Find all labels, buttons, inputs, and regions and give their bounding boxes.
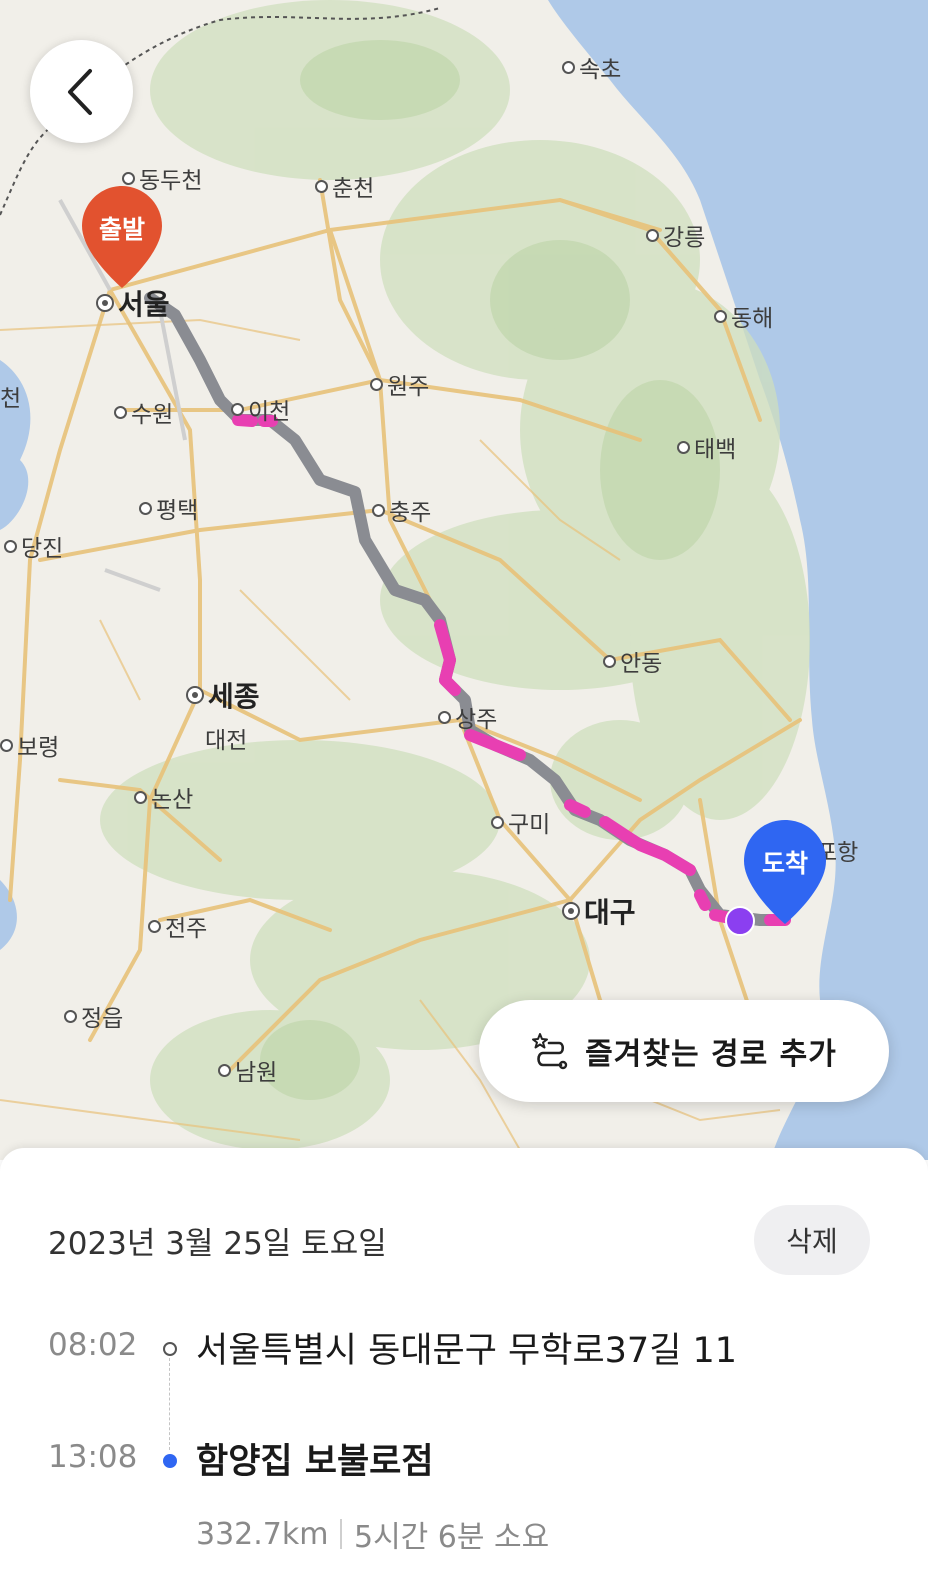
city-label-sejong: 세종	[186, 675, 260, 715]
edge-label-left: 천	[0, 386, 22, 412]
city-label-boryeong: 보령	[0, 728, 59, 762]
route-star-icon	[532, 1033, 568, 1070]
back-button[interactable]	[30, 40, 133, 143]
trip-duration: 5시간 6분 소요	[353, 1520, 550, 1555]
origin-address: 서울특별시 동대문구 무학로37길 11	[196, 1331, 738, 1371]
city-label-andong: 안동	[603, 644, 662, 678]
city-label-daegu: 대구	[562, 891, 636, 931]
origin-dot-icon	[163, 1342, 177, 1356]
city-label-jeongeup: 정읍	[64, 999, 123, 1033]
delete-button[interactable]: 삭제	[754, 1205, 870, 1275]
add-favorite-route-label: 즐겨찾는 경로 추가	[585, 1037, 837, 1072]
origin-time: 08:02	[48, 1327, 138, 1363]
trip-summary: 332.7km 5시간 6분 소요	[196, 1512, 549, 1556]
city-label-suwon: 수원	[114, 395, 173, 429]
trip-date: 2023년 3월 25일 토요일	[48, 1226, 387, 1262]
city-label-chuncheon: 춘천	[315, 169, 374, 203]
timeline-connector	[169, 1358, 170, 1450]
add-favorite-route-button[interactable]: 즐겨찾는 경로 추가	[479, 1000, 889, 1102]
city-label-pyeongtaek: 평택	[139, 491, 198, 525]
city-label-wonju: 원주	[370, 367, 429, 401]
city-label-dangjin: 당진	[4, 529, 63, 563]
city-label-jeonju: 전주	[148, 909, 207, 943]
city-label-daejeon: 대전	[205, 728, 248, 754]
city-label-icheon: 이천	[231, 392, 290, 426]
summary-divider	[340, 1519, 342, 1549]
map-view[interactable]: 속초 동두천 춘천 강릉 서울 동해 원주 천 수원 이천 태백 평택 충주 당…	[0, 0, 928, 1160]
trip-distance: 332.7km	[196, 1516, 329, 1552]
destination-dot-icon	[163, 1454, 177, 1468]
start-pin-label: 출발	[98, 215, 145, 244]
city-label-taebaek: 태백	[677, 430, 736, 464]
start-pin[interactable]: 출발	[80, 184, 164, 294]
end-pin[interactable]: 도착	[742, 818, 828, 930]
city-label-namwon: 남원	[218, 1053, 277, 1087]
city-label-sokcho: 속초	[562, 50, 621, 84]
end-pin-label: 도착	[761, 849, 808, 878]
city-label-gumi: 구미	[491, 805, 550, 839]
city-label-nonsan: 논산	[134, 780, 193, 814]
city-label-gangneung: 강릉	[646, 218, 705, 252]
city-label-donghae: 동해	[714, 299, 773, 333]
city-label-chungju: 충주	[372, 493, 431, 527]
destination-time: 13:08	[48, 1439, 138, 1475]
destination-name: 함양집 보불로점	[196, 1442, 434, 1482]
city-label-sangju: 상주	[438, 700, 497, 734]
chevron-left-icon	[67, 68, 92, 115]
